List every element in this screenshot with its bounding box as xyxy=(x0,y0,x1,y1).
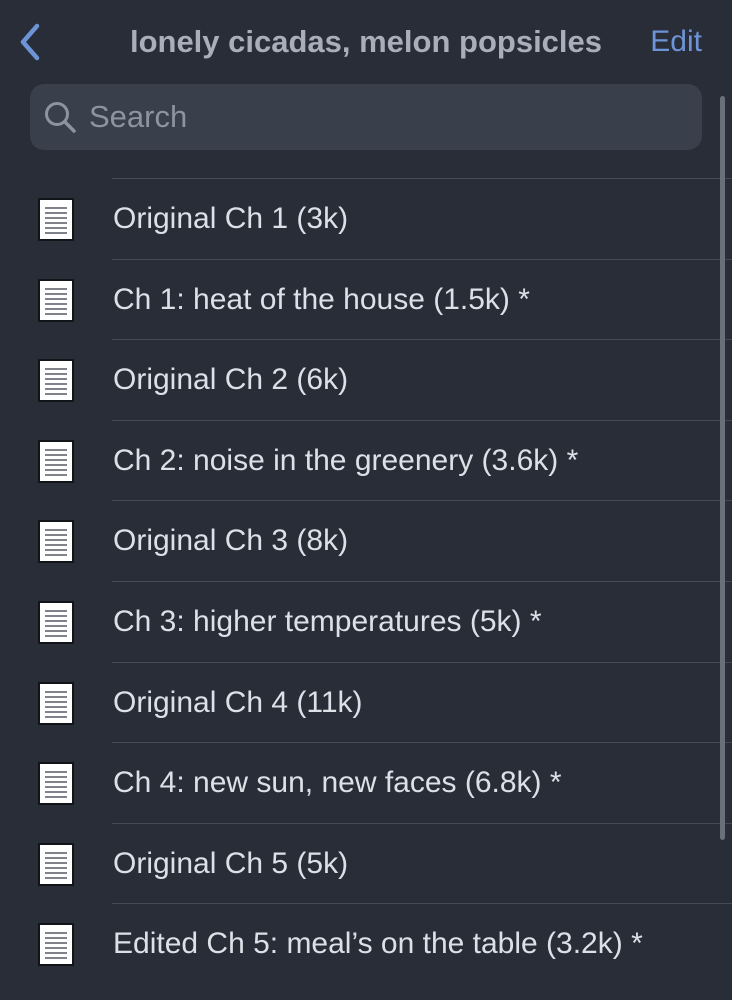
search-placeholder: Search xyxy=(89,99,188,134)
list-item[interactable]: Edited Ch 5: meal’s on the table (3.2k) … xyxy=(0,903,732,984)
document-icon xyxy=(38,359,74,403)
list-item[interactable]: Ch 2: noise in the greenery (3.6k) * xyxy=(0,419,732,501)
list-item-label: Original Ch 1 (3k) xyxy=(113,202,349,235)
document-icon xyxy=(38,681,74,725)
edit-button[interactable]: Edit xyxy=(650,20,702,64)
list-item-label: Original Ch 2 (6k) xyxy=(113,363,349,397)
scrollbar[interactable] xyxy=(720,96,725,840)
list-item[interactable]: Ch 1: heat of the house (1.5k) * xyxy=(0,258,732,340)
search-field[interactable]: Search xyxy=(30,84,702,150)
list-item-label: Edited Ch 5: meal’s on the table (3.2k) … xyxy=(113,927,643,961)
page-title: lonely cicadas, melon popsicles xyxy=(129,24,603,59)
list-item-label: Original Ch 3 (8k) xyxy=(113,524,349,558)
list-item[interactable]: Original Ch 3 (8k) xyxy=(0,500,732,581)
list-item[interactable]: Original Ch 1 (3k) xyxy=(0,178,732,259)
list-item-label: Original Ch 5 (5k) xyxy=(113,846,349,880)
back-button[interactable] xyxy=(8,18,52,66)
chevron-left-icon xyxy=(20,23,40,61)
list-item[interactable]: Original Ch 4 (11k) xyxy=(0,661,732,743)
document-icon xyxy=(38,439,74,483)
list-item-label: Ch 2: noise in the greenery (3.6k) * xyxy=(113,443,579,477)
document-icon xyxy=(38,762,74,806)
list-item-label: Ch 1: heat of the house (1.5k) * xyxy=(113,282,530,316)
list-item[interactable]: Ch 3: higher temperatures (5k) * xyxy=(0,580,732,662)
document-list: Original Ch 1 (3k) Ch 1: heat of the hou… xyxy=(0,178,732,984)
document-icon xyxy=(38,842,74,886)
navigation-bar: lonely cicadas, melon popsicles Edit xyxy=(0,0,732,84)
list-item[interactable]: Ch 4: new sun, new faces (6.8k) * xyxy=(0,742,732,823)
list-item[interactable]: Original Ch 5 (5k) xyxy=(0,822,732,904)
document-icon xyxy=(38,600,74,644)
list-item-label: Ch 3: higher temperatures (5k) * xyxy=(113,604,542,638)
list-item-label: Ch 4: new sun, new faces (6.8k) * xyxy=(113,766,562,800)
search-icon xyxy=(45,102,76,133)
document-icon xyxy=(38,198,74,241)
document-list-screen: lonely cicadas, melon popsicles Edit Sea… xyxy=(0,0,732,1000)
document-icon xyxy=(38,923,74,967)
document-icon xyxy=(38,278,74,322)
list-item[interactable]: Original Ch 2 (6k) xyxy=(0,339,732,420)
document-icon xyxy=(38,520,74,564)
list-item-label: Original Ch 4 (11k) xyxy=(113,685,363,719)
